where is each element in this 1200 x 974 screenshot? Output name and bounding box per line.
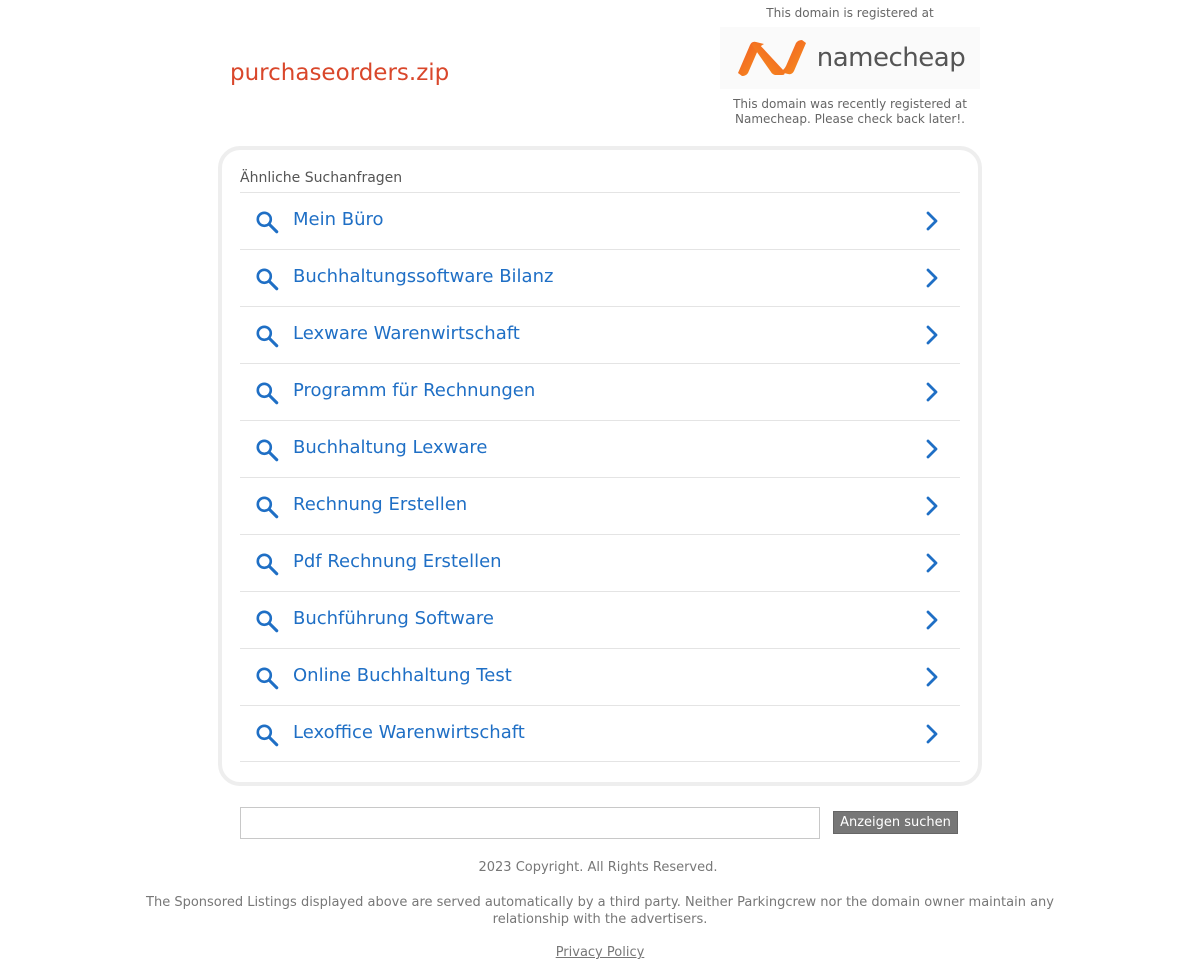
search-ads-button[interactable]: Anzeigen suchen <box>833 811 958 834</box>
chevron-right-icon <box>926 382 938 402</box>
related-search-label: Buchführung Software <box>293 608 494 629</box>
chevron-right-icon <box>926 667 938 687</box>
privacy-policy-link[interactable]: Privacy Policy <box>556 945 645 960</box>
chevron-right-icon <box>926 553 938 573</box>
search-icon <box>256 268 279 291</box>
related-searches-panel: Ähnliche Suchanfragen Mein Büro Buchhaltu… <box>218 146 982 786</box>
related-search-label: Programm für Rechnungen <box>293 380 536 401</box>
recent-registration-line1: This domain was recently registered at <box>733 97 967 111</box>
related-search-item[interactable]: Buchhaltungssoftware Bilanz <box>240 249 960 306</box>
related-search-item[interactable]: Rechnung Erstellen <box>240 477 960 534</box>
related-search-label: Rechnung Erstellen <box>293 494 468 515</box>
related-searches-heading: Ähnliche Suchanfragen <box>240 170 403 186</box>
namecheap-logo-icon <box>737 40 806 76</box>
related-search-label: Lexware Warenwirtschaft <box>293 323 520 344</box>
related-search-item[interactable]: Mein Büro <box>240 192 960 249</box>
namecheap-logo-text: namecheap <box>816 43 966 73</box>
search-icon <box>256 211 279 234</box>
related-searches-list: Mein Büro Buchhaltungssoftware Bilanz Lexw… <box>240 192 960 762</box>
related-search-label: Buchhaltungssoftware Bilanz <box>293 266 554 287</box>
related-search-label: Pdf Rechnung Erstellen <box>293 551 502 572</box>
related-search-item[interactable]: Programm für Rechnungen <box>240 363 960 420</box>
copyright-text: 2023 Copyright. All Rights Reserved. <box>478 860 718 875</box>
chevron-right-icon <box>926 325 938 345</box>
search-icon <box>256 610 279 633</box>
related-search-item[interactable]: Lexoffice Warenwirtschaft <box>240 705 960 762</box>
disclaimer-text: The Sponsored Listings displayed above a… <box>146 895 1054 927</box>
related-search-label: Lexoffice Warenwirtschaft <box>293 722 525 743</box>
search-input[interactable] <box>240 807 820 839</box>
registered-at-text: This domain is registered at <box>766 6 934 20</box>
search-icon <box>256 496 279 519</box>
namecheap-logo[interactable]: namecheap <box>720 27 980 89</box>
related-search-item[interactable]: Buchhaltung Lexware <box>240 420 960 477</box>
chevron-right-icon <box>926 496 938 516</box>
chevron-right-icon <box>926 724 938 744</box>
recent-registration-line2: Namecheap. Please check back later!. <box>735 112 965 126</box>
related-search-item[interactable]: Pdf Rechnung Erstellen <box>240 534 960 591</box>
search-icon <box>256 724 279 747</box>
related-search-item[interactable]: Online Buchhaltung Test <box>240 648 960 705</box>
search-icon <box>256 553 279 576</box>
registrar-box: This domain is registered at namecheap T… <box>720 6 980 127</box>
search-icon <box>256 382 279 405</box>
privacy-policy-container: Privacy Policy <box>0 945 1200 960</box>
search-icon <box>256 439 279 462</box>
chevron-right-icon <box>926 268 938 288</box>
chevron-right-icon <box>926 439 938 459</box>
related-search-item[interactable]: Lexware Warenwirtschaft <box>240 306 960 363</box>
domain-title: purchaseorders.zip <box>230 60 450 86</box>
related-search-label: Mein Büro <box>293 209 384 230</box>
search-icon <box>256 667 279 690</box>
chevron-right-icon <box>926 211 938 231</box>
chevron-right-icon <box>926 610 938 630</box>
related-search-item[interactable]: Buchführung Software <box>240 591 960 648</box>
search-icon <box>256 325 279 348</box>
search-form: Anzeigen suchen <box>240 807 960 839</box>
related-search-label: Buchhaltung Lexware <box>293 437 488 458</box>
related-search-label: Online Buchhaltung Test <box>293 665 512 686</box>
